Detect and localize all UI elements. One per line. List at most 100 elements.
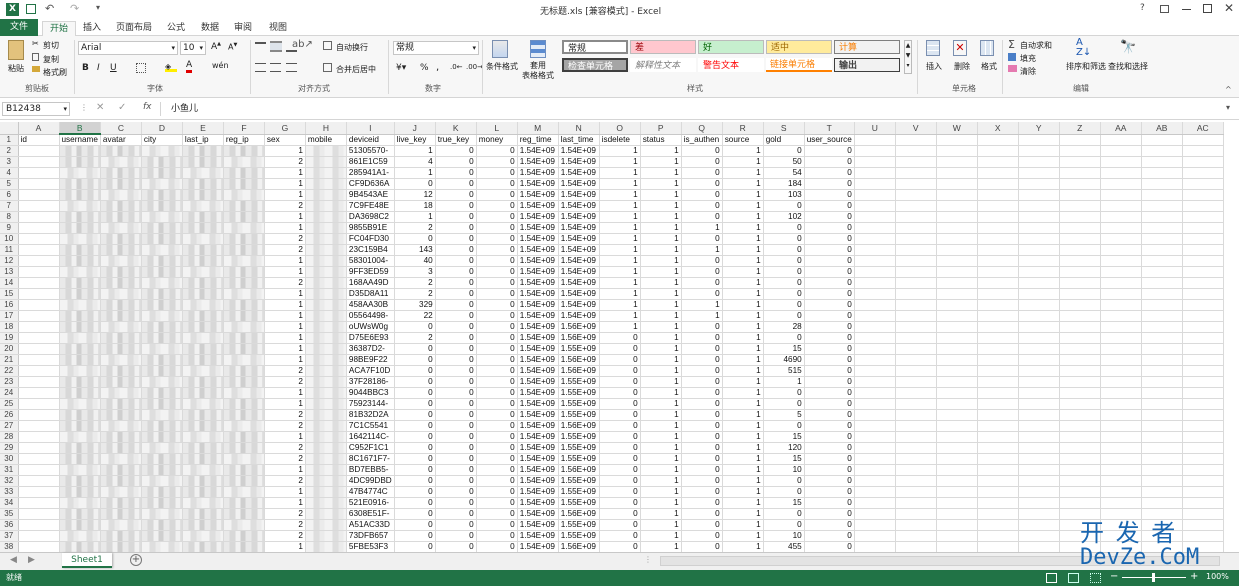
cell[interactable]: 37F28186- bbox=[346, 376, 395, 388]
sort-filter-button[interactable]: 排序和筛选 bbox=[1066, 61, 1106, 72]
redacted-cell[interactable] bbox=[59, 189, 101, 201]
cell[interactable] bbox=[895, 464, 937, 476]
cell[interactable]: 1 bbox=[640, 233, 682, 245]
row-header[interactable]: 25 bbox=[0, 398, 19, 410]
cell[interactable]: 81B32D2A bbox=[346, 409, 395, 421]
cell[interactable]: 285941A1- bbox=[346, 167, 395, 179]
redacted-cell[interactable] bbox=[223, 541, 265, 552]
font-color-icon[interactable]: A bbox=[186, 61, 193, 73]
cell[interactable] bbox=[1141, 486, 1183, 498]
cell[interactable] bbox=[1141, 508, 1183, 520]
redacted-cell[interactable] bbox=[59, 453, 101, 465]
cell[interactable] bbox=[936, 222, 978, 234]
copy-button[interactable]: 复制 bbox=[43, 54, 59, 65]
cell[interactable] bbox=[977, 475, 1019, 487]
cell[interactable] bbox=[977, 255, 1019, 267]
cell[interactable]: 1 bbox=[722, 398, 764, 410]
cell[interactable] bbox=[854, 310, 896, 322]
cell[interactable]: 0 bbox=[476, 541, 518, 552]
cell[interactable] bbox=[977, 310, 1019, 322]
cell[interactable]: 1 bbox=[640, 519, 682, 531]
cell[interactable]: 0 bbox=[435, 200, 477, 212]
cell[interactable]: 0 bbox=[599, 409, 641, 421]
cell[interactable] bbox=[895, 233, 937, 245]
cell[interactable] bbox=[1141, 299, 1183, 311]
cell[interactable] bbox=[18, 211, 60, 223]
cell[interactable]: 0 bbox=[435, 420, 477, 432]
redacted-cell[interactable] bbox=[59, 354, 101, 366]
cell[interactable]: 0 bbox=[435, 376, 477, 388]
cell[interactable]: 73DFB657 bbox=[346, 530, 395, 542]
paste-icon[interactable] bbox=[8, 40, 24, 60]
redacted-cell[interactable] bbox=[305, 266, 347, 278]
normal-view-icon[interactable] bbox=[1046, 573, 1057, 583]
cell[interactable]: 0 bbox=[394, 519, 436, 531]
cell[interactable] bbox=[1018, 255, 1060, 267]
redacted-cell[interactable] bbox=[305, 321, 347, 333]
cell[interactable] bbox=[977, 530, 1019, 542]
cell[interactable]: 1 bbox=[722, 277, 764, 289]
redacted-cell[interactable] bbox=[223, 354, 265, 366]
column-header[interactable]: Y bbox=[1018, 122, 1060, 135]
redacted-cell[interactable] bbox=[100, 409, 142, 421]
cell[interactable]: 0 bbox=[804, 288, 855, 300]
cell[interactable]: 1.54E+09 bbox=[517, 244, 559, 256]
cell[interactable] bbox=[977, 233, 1019, 245]
format-cells-button[interactable]: 格式 bbox=[981, 61, 997, 72]
redacted-cell[interactable] bbox=[182, 497, 224, 509]
redacted-cell[interactable] bbox=[59, 156, 101, 168]
redacted-cell[interactable] bbox=[223, 519, 265, 531]
cell[interactable] bbox=[854, 453, 896, 465]
redacted-cell[interactable] bbox=[223, 233, 265, 245]
redacted-cell[interactable] bbox=[59, 508, 101, 520]
cell[interactable]: 0 bbox=[804, 200, 855, 212]
redacted-cell[interactable] bbox=[223, 200, 265, 212]
cell[interactable] bbox=[936, 387, 978, 399]
cell[interactable] bbox=[18, 178, 60, 190]
cell[interactable] bbox=[977, 244, 1019, 256]
cell[interactable]: 1 bbox=[640, 343, 682, 355]
row-header[interactable]: 12 bbox=[0, 255, 19, 267]
cell[interactable] bbox=[1059, 343, 1101, 355]
fill-button[interactable]: 填充 bbox=[1020, 53, 1036, 64]
cell[interactable] bbox=[1059, 453, 1101, 465]
cell[interactable] bbox=[854, 409, 896, 421]
bold-button[interactable]: B bbox=[82, 63, 89, 73]
redacted-cell[interactable] bbox=[141, 398, 183, 410]
cell[interactable] bbox=[854, 321, 896, 333]
cell[interactable]: 1 bbox=[640, 475, 682, 487]
cell[interactable] bbox=[18, 321, 60, 333]
row-header[interactable]: 19 bbox=[0, 332, 19, 344]
redacted-cell[interactable] bbox=[305, 167, 347, 179]
cell[interactable]: 0 bbox=[476, 277, 518, 289]
cell[interactable] bbox=[1059, 156, 1101, 168]
cell[interactable] bbox=[1059, 332, 1101, 344]
redacted-cell[interactable] bbox=[100, 365, 142, 377]
cell[interactable]: 1 bbox=[640, 211, 682, 223]
cell[interactable]: 1 bbox=[722, 321, 764, 333]
name-box[interactable]: B12438 ▾ bbox=[2, 102, 70, 116]
cell[interactable] bbox=[1141, 420, 1183, 432]
redacted-cell[interactable] bbox=[182, 178, 224, 190]
cell[interactable] bbox=[1018, 409, 1060, 421]
cell[interactable]: 0 bbox=[394, 398, 436, 410]
cell[interactable]: last_time bbox=[558, 134, 600, 146]
row-header[interactable]: 16 bbox=[0, 299, 19, 311]
cell[interactable]: 1 bbox=[640, 189, 682, 201]
cell[interactable] bbox=[1100, 464, 1142, 476]
cell[interactable]: 1.54E+09 bbox=[517, 266, 559, 278]
row-header[interactable]: 23 bbox=[0, 376, 19, 388]
cell[interactable] bbox=[1059, 233, 1101, 245]
cell[interactable] bbox=[936, 288, 978, 300]
row-header[interactable]: 32 bbox=[0, 475, 19, 487]
cell[interactable]: 0 bbox=[804, 387, 855, 399]
borders-icon[interactable] bbox=[136, 63, 146, 73]
tab-insert[interactable]: 插入 bbox=[80, 21, 104, 35]
cell[interactable]: 0 bbox=[763, 299, 805, 311]
cell[interactable]: 0 bbox=[804, 310, 855, 322]
cell[interactable]: 0 bbox=[476, 376, 518, 388]
redacted-cell[interactable] bbox=[100, 431, 142, 443]
cell[interactable]: 0 bbox=[681, 497, 723, 509]
cell[interactable] bbox=[1059, 211, 1101, 223]
cell[interactable] bbox=[1182, 178, 1224, 190]
